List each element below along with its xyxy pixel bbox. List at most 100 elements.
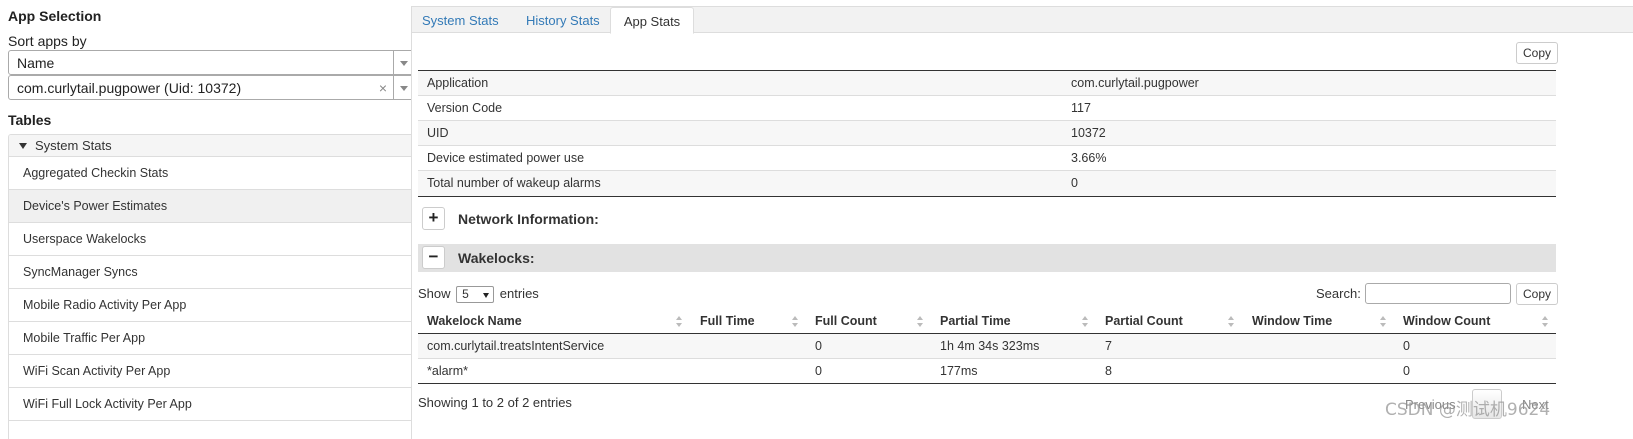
table-row: Device estimated power use 3.66% [418,146,1556,171]
tree-item-label: Userspace Wakelocks [23,232,147,246]
info-value: 3.66% [1071,151,1107,165]
wakelocks-section-title: Wakelocks: [458,250,535,266]
table-row: Application com.curlytail.pugpower [418,71,1556,96]
network-section-header: + Network Information: [418,205,1556,233]
tab-history-stats[interactable]: History Stats [526,7,600,33]
tree-item[interactable]: SyncManager Syncs [9,256,413,289]
tree-group-system-stats[interactable]: System Stats [9,135,413,157]
tables-heading: Tables [8,112,52,128]
tree-item-label: Aggregated Checkin Stats [23,166,169,180]
column-header[interactable]: Partial Time [940,314,1011,328]
collapse-button[interactable]: − [422,246,445,269]
column-header[interactable]: Window Time [1252,314,1332,328]
column-header[interactable]: Full Time [700,314,755,328]
tree-item-label: WiFi Scan Activity Per App [23,364,171,378]
column-header[interactable]: Wakelock Name [427,314,522,328]
page-length-value: 5 [462,287,469,302]
chevron-down-icon[interactable] [393,76,413,99]
app-selection-heading: App Selection [8,8,102,24]
sort-icon[interactable] [917,316,923,328]
copy-wakelocks-button[interactable]: Copy [1516,283,1559,305]
column-header[interactable]: Window Count [1403,314,1490,328]
expand-button[interactable]: + [422,207,445,230]
table-header-row: Wakelock Name Full Time Full Count Partial … [418,309,1556,334]
table-body: com.curlytail.treatsIntentService 0 1h 4m … [418,334,1556,384]
info-key: Device estimated power use [427,151,585,165]
caret-down-icon [19,143,27,149]
table-cell: 7 [1105,339,1112,353]
table-cell: 0 [815,339,822,353]
table-row: UID 10372 [418,121,1556,146]
table-row: Version Code 117 [418,96,1556,121]
search-label: Search: [1316,286,1361,301]
sort-icon[interactable] [1082,316,1088,328]
wakelocks-table: Wakelock Name Full Time Full Count Partial … [418,309,1556,384]
info-key: Application [427,76,489,90]
entries-label: entries [499,286,539,301]
info-value: 117 [1071,101,1091,115]
app-select[interactable]: com.curlytail.pugpower (Uid: 10372) × [8,75,414,100]
tree-items: Aggregated Checkin Stats Device's Power E… [9,157,413,421]
tree-item-label: Mobile Radio Activity Per App [23,298,187,312]
info-value: 0 [1071,176,1078,190]
table-cell: 0 [1403,339,1410,353]
table-info: Showing 1 to 2 of 2 entries [418,395,572,410]
tab-bar: System Stats History Stats App Stats [412,7,1633,34]
copy-app-info-button[interactable]: Copy [1516,42,1559,64]
clear-icon[interactable]: × [379,80,387,96]
tab-app-stats[interactable]: App Stats [610,7,694,34]
page-length-control: Show 5 entries [418,286,539,304]
sort-icon[interactable] [1380,316,1386,328]
tree-item[interactable]: Device's Power Estimates [9,190,413,223]
tree-item[interactable]: WiFi Scan Activity Per App [9,355,413,388]
column-header[interactable]: Partial Count [1105,314,1183,328]
app-info-table: Application com.curlytail.pugpower Version… [418,70,1556,197]
app-selection-panel: App Selection Sort apps by Name com.curl… [8,0,414,439]
info-value: 10372 [1071,126,1106,140]
table-row: com.curlytail.treatsIntentService 0 1h 4m … [418,334,1556,359]
column-header[interactable]: Full Count [815,314,877,328]
network-section-title: Network Information: [458,211,599,227]
sort-icon[interactable] [1542,316,1548,328]
tab-system-stats[interactable]: System Stats [422,7,499,33]
tree-group-label: System Stats [35,138,112,153]
tree-item[interactable]: Mobile Traffic Per App [9,322,413,355]
table-row: Total number of wakeup alarms 0 [418,171,1556,196]
tree-item-label: Mobile Traffic Per App [23,331,146,345]
sort-apps-label: Sort apps by [8,33,87,49]
tree-item[interactable]: Mobile Radio Activity Per App [9,289,413,322]
wakelocks-section-header: − Wakelocks: [418,244,1556,272]
table-cell: 0 [1403,364,1410,378]
sort-icon[interactable] [792,316,798,328]
tree-item-label: Device's Power Estimates [23,199,168,213]
table-cell: com.curlytail.treatsIntentService [427,339,605,353]
table-cell: 1h 4m 34s 323ms [940,339,1040,353]
tree-item[interactable]: Userspace Wakelocks [9,223,413,256]
info-value: com.curlytail.pugpower [1071,76,1199,90]
chevron-down-icon [483,293,490,299]
app-select-value: com.curlytail.pugpower (Uid: 10372) [17,80,242,96]
tree-item-label: SyncManager Syncs [23,265,138,279]
table-row: *alarm* 0 177ms 8 0 [418,359,1556,384]
page-length-select[interactable]: 5 [456,286,495,304]
chevron-down-icon[interactable] [393,51,413,74]
tables-tree: System Stats Aggregated Checkin Stats Dev… [8,134,414,439]
sort-apps-value: Name [17,55,55,71]
show-label: Show [418,286,451,301]
info-key: Version Code [427,101,503,115]
watermark: CSDN @测试机9624 [1385,400,1551,420]
tree-item-label: WiFi Full Lock Activity Per App [23,397,192,411]
table-cell: *alarm* [427,364,468,378]
search-input[interactable] [1365,283,1511,304]
table-cell: 0 [815,364,822,378]
table-cell: 8 [1105,364,1112,378]
tree-item[interactable]: WiFi Full Lock Activity Per App [9,388,413,421]
info-key: UID [427,126,449,140]
sort-icon[interactable] [1228,316,1234,328]
info-key: Total number of wakeup alarms [427,176,601,190]
sort-apps-select[interactable]: Name [8,50,414,75]
tree-item[interactable]: Aggregated Checkin Stats [9,157,413,190]
stats-panel: System Stats History Stats App Stats Cop… [411,6,1633,439]
table-cell: 177ms [940,364,978,378]
sort-icon[interactable] [676,316,682,328]
